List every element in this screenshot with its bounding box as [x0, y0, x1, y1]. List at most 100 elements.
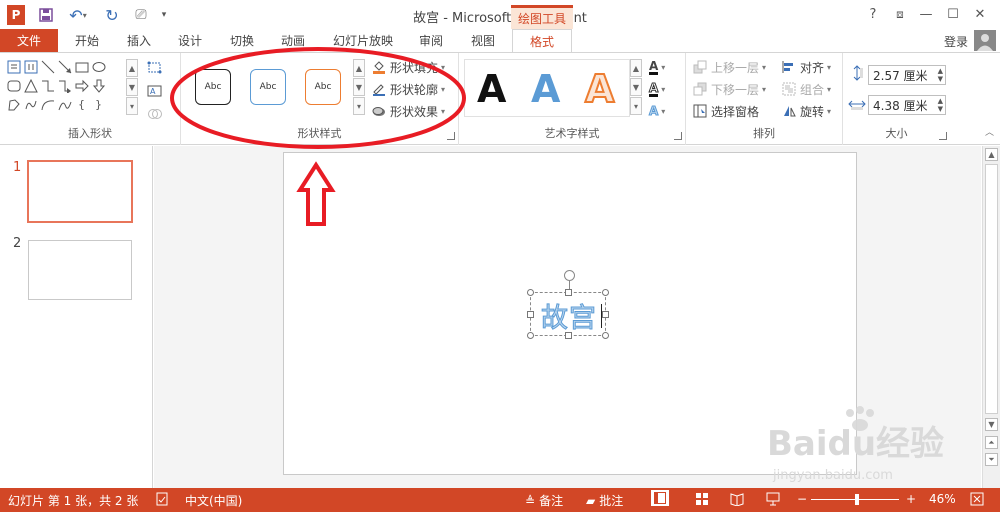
- fit-slide-button[interactable]: [970, 492, 984, 506]
- shape-height-field[interactable]: 2.57 厘米 ▲ ▼: [868, 65, 946, 85]
- rectangle-shape-icon[interactable]: [74, 59, 89, 74]
- tab-review[interactable]: 审阅: [408, 29, 454, 52]
- shapes-gallery[interactable]: { }: [6, 59, 124, 117]
- wordart-more-icon[interactable]: ▾: [630, 97, 642, 115]
- merge-shapes-icon[interactable]: [145, 106, 165, 121]
- tab-insert[interactable]: 插入: [116, 29, 162, 52]
- normal-view-button[interactable]: [651, 490, 669, 506]
- right-arrow-shape-icon[interactable]: [74, 78, 89, 93]
- bring-forward-button[interactable]: 上移一层 ▾: [693, 58, 766, 76]
- next-slide-icon[interactable]: ⏷: [985, 453, 998, 466]
- tab-slide-show[interactable]: 幻灯片放映: [324, 29, 402, 52]
- rotate-handle-icon[interactable]: [564, 270, 575, 281]
- wordart-scroll-down-icon[interactable]: ▼: [630, 78, 642, 96]
- wordart-styles-launcher-icon[interactable]: [674, 132, 682, 140]
- left-brace-shape-icon[interactable]: {: [74, 97, 89, 112]
- shape-effects-button[interactable]: 形状效果 ▾: [372, 102, 445, 120]
- height-spinner-icon[interactable]: ▲ ▼: [938, 67, 943, 83]
- text-effects-button[interactable]: A ▾: [648, 102, 665, 120]
- down-arrow-shape-icon[interactable]: [91, 78, 106, 93]
- restore-button[interactable]: ☐: [942, 4, 964, 24]
- scroll-down-icon[interactable]: ▼: [985, 418, 998, 431]
- elbow-connector-icon[interactable]: [40, 78, 55, 93]
- tab-animations[interactable]: 动画: [270, 29, 316, 52]
- tab-view[interactable]: 视图: [460, 29, 506, 52]
- shape-styles-launcher-icon[interactable]: [447, 132, 455, 140]
- selection-pane-button[interactable]: 选择窗格: [693, 102, 759, 120]
- shapes-scroll-down-icon[interactable]: ▼: [126, 78, 138, 96]
- size-launcher-icon[interactable]: [939, 132, 947, 140]
- language-status[interactable]: 中文(中国): [185, 492, 242, 509]
- shape-fill-button[interactable]: 形状填充 ▾: [372, 58, 445, 76]
- width-spinner-icon[interactable]: ▲ ▼: [938, 97, 943, 113]
- shapes-scroll-up-icon[interactable]: ▲: [126, 59, 138, 77]
- shape-style-black-outline[interactable]: Abc: [195, 69, 231, 105]
- account-avatar[interactable]: [974, 30, 996, 51]
- scroll-thumb[interactable]: [985, 164, 998, 414]
- scroll-up-icon[interactable]: ▲: [985, 148, 998, 161]
- resize-handle-top-left[interactable]: [527, 289, 534, 296]
- shape-style-orange-outline[interactable]: Abc: [305, 69, 341, 105]
- right-brace-shape-icon[interactable]: }: [91, 97, 106, 112]
- wordart-text[interactable]: 故宫: [531, 296, 607, 335]
- group-objects-button[interactable]: 组合 ▾: [782, 80, 831, 98]
- tab-format[interactable]: 格式: [512, 29, 572, 53]
- spell-check-icon[interactable]: [155, 492, 169, 506]
- align-button[interactable]: 对齐 ▾: [782, 58, 831, 76]
- wordart-style-blue[interactable]: A: [531, 67, 560, 111]
- textbox-shape-icon[interactable]: [6, 59, 21, 74]
- tab-transitions[interactable]: 切换: [219, 29, 265, 52]
- zoom-out-button[interactable]: −: [797, 492, 807, 506]
- rounded-rectangle-shape-icon[interactable]: [6, 78, 21, 93]
- rotate-button[interactable]: 旋转 ▾: [782, 102, 831, 120]
- draw-textbox-icon[interactable]: A: [145, 83, 165, 98]
- login-link[interactable]: 登录: [944, 33, 968, 50]
- vertical-scrollbar[interactable]: ▲ ▼ ⏶ ⏷: [982, 146, 1000, 488]
- resize-handle-top[interactable]: [565, 289, 572, 296]
- shape-width-field[interactable]: 4.38 厘米 ▲ ▼: [868, 95, 946, 115]
- elbow-arrow-connector-icon[interactable]: [57, 78, 72, 93]
- curve-shape-icon[interactable]: [57, 97, 72, 112]
- shape-outline-button[interactable]: 形状轮廓 ▾: [372, 80, 445, 98]
- shape-styles-scroll-up-icon[interactable]: ▲: [353, 59, 365, 77]
- slide-thumbnail-2[interactable]: [28, 240, 132, 300]
- shapes-more-icon[interactable]: ▾: [126, 97, 138, 115]
- vertical-textbox-shape-icon[interactable]: [23, 59, 38, 74]
- edit-shape-icon[interactable]: [145, 60, 165, 75]
- close-button[interactable]: ✕: [969, 4, 991, 24]
- shape-style-blue-outline[interactable]: Abc: [250, 69, 286, 105]
- comments-button[interactable]: ▰ 批注: [586, 492, 623, 509]
- wordart-style-black[interactable]: A: [477, 67, 506, 111]
- reading-view-button[interactable]: [730, 492, 744, 506]
- slide-sorter-view-button[interactable]: [695, 492, 709, 506]
- help-button[interactable]: ?: [862, 4, 884, 24]
- wordart-scroll-up-icon[interactable]: ▲: [630, 59, 642, 77]
- slideshow-view-button[interactable]: [766, 492, 780, 506]
- tab-home[interactable]: 开始: [64, 29, 110, 52]
- oval-shape-icon[interactable]: [91, 59, 106, 74]
- resize-handle-top-right[interactable]: [602, 289, 609, 296]
- send-backward-button[interactable]: 下移一层 ▾: [693, 80, 766, 98]
- wordart-style-orange-outline[interactable]: A: [584, 66, 615, 112]
- arrow-line-shape-icon[interactable]: [57, 59, 72, 74]
- zoom-level[interactable]: 46%: [929, 492, 956, 506]
- zoom-slider-thumb[interactable]: [855, 494, 859, 505]
- notes-button[interactable]: ≜ 备注: [525, 492, 563, 509]
- ribbon-display-options-button[interactable]: ⧈: [889, 4, 911, 24]
- minimize-button[interactable]: —: [915, 4, 937, 24]
- scribble-shape-icon[interactable]: [23, 97, 38, 112]
- tab-design[interactable]: 设计: [167, 29, 213, 52]
- text-outline-button[interactable]: A ▾: [648, 80, 665, 98]
- selected-textbox[interactable]: 故宫: [527, 270, 609, 339]
- collapse-ribbon-icon[interactable]: ︿: [985, 125, 994, 138]
- shape-styles-scroll-down-icon[interactable]: ▼: [353, 78, 365, 96]
- slide-thumbnail-1[interactable]: [27, 160, 133, 223]
- shape-styles-more-icon[interactable]: ▾: [353, 97, 365, 115]
- text-fill-button[interactable]: A ▾: [649, 58, 665, 76]
- triangle-shape-icon[interactable]: [23, 78, 38, 93]
- zoom-in-button[interactable]: +: [906, 492, 916, 506]
- previous-slide-icon[interactable]: ⏶: [985, 436, 998, 449]
- freeform-shape-icon[interactable]: [6, 97, 21, 112]
- arc-shape-icon[interactable]: [40, 97, 55, 112]
- line-shape-icon[interactable]: [40, 59, 55, 74]
